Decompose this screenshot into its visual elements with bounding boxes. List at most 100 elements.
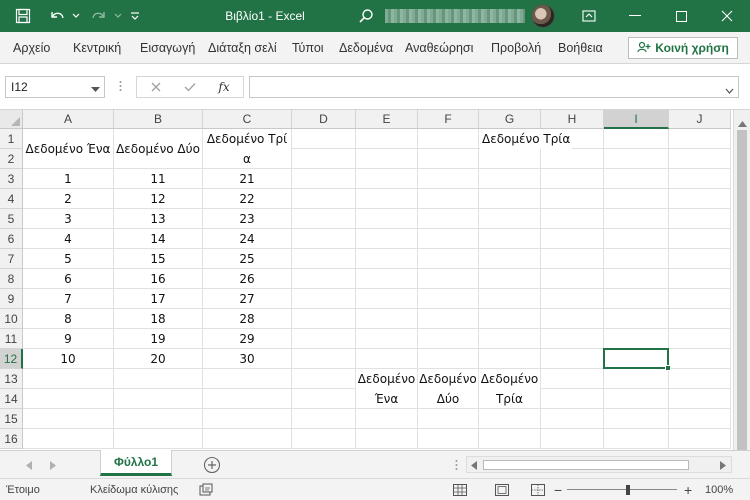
- cell-h15[interactable]: [541, 409, 604, 429]
- cell-i1[interactable]: [604, 129, 669, 149]
- active-cell-selection[interactable]: [603, 348, 671, 371]
- cell-c16[interactable]: [203, 429, 292, 449]
- cell-a11[interactable]: 9: [23, 329, 114, 349]
- expand-formula-bar-icon[interactable]: [725, 83, 734, 97]
- cell-f5[interactable]: [418, 209, 479, 229]
- cell-g4[interactable]: [479, 189, 541, 209]
- cell-c5[interactable]: 23: [203, 209, 292, 229]
- cell-e4[interactable]: [356, 189, 418, 209]
- tab-view[interactable]: Προβολή: [491, 32, 547, 64]
- cell-d5[interactable]: [292, 209, 356, 229]
- cell-a9[interactable]: 7: [23, 289, 114, 309]
- cell-i2[interactable]: [604, 149, 669, 169]
- cell-b8[interactable]: 16: [114, 269, 203, 289]
- name-box[interactable]: [5, 76, 105, 98]
- cell-b10[interactable]: 18: [114, 309, 203, 329]
- cell-a12[interactable]: 10: [23, 349, 114, 369]
- cell-j6[interactable]: [669, 229, 731, 249]
- cell-b7[interactable]: 15: [114, 249, 203, 269]
- zoom-level[interactable]: 100%: [705, 479, 733, 500]
- cell-f10[interactable]: [418, 309, 479, 329]
- cell-a1-header[interactable]: Δεδομένο Ένα: [23, 129, 114, 169]
- column-header-c[interactable]: C: [203, 110, 292, 129]
- cell-e8[interactable]: [356, 269, 418, 289]
- cell-d12[interactable]: [292, 349, 356, 369]
- prev-sheet-icon[interactable]: [22, 457, 36, 473]
- row-header-4[interactable]: 4: [0, 189, 23, 209]
- cell-h7[interactable]: [541, 249, 604, 269]
- cell-f1[interactable]: [418, 129, 479, 149]
- cell-j11[interactable]: [669, 329, 731, 349]
- cell-i13[interactable]: [604, 369, 669, 389]
- cell-b9[interactable]: 17: [114, 289, 203, 309]
- tab-review[interactable]: Αναθεώρησι: [405, 32, 483, 64]
- cell-e3[interactable]: [356, 169, 418, 189]
- row-header-11[interactable]: 11: [0, 329, 23, 349]
- tab-insert[interactable]: Εισαγωγή: [140, 32, 200, 64]
- cell-g9[interactable]: [479, 289, 541, 309]
- cell-f15[interactable]: [418, 409, 479, 429]
- cell-e7[interactable]: [356, 249, 418, 269]
- zoom-out-button[interactable]: −: [554, 479, 562, 500]
- cell-a7[interactable]: 5: [23, 249, 114, 269]
- cell-h4[interactable]: [541, 189, 604, 209]
- enter-check-icon[interactable]: [173, 77, 207, 97]
- cell-j9[interactable]: [669, 289, 731, 309]
- cell-j12[interactable]: [669, 349, 731, 369]
- cell-e5[interactable]: [356, 209, 418, 229]
- horizontal-scroll-thumb[interactable]: [483, 460, 689, 470]
- cell-b6[interactable]: 14: [114, 229, 203, 249]
- maximize-button[interactable]: [658, 0, 704, 32]
- cell-g8[interactable]: [479, 269, 541, 289]
- cell-h2[interactable]: [541, 149, 604, 169]
- cell-d6[interactable]: [292, 229, 356, 249]
- cell-g3[interactable]: [479, 169, 541, 189]
- cell-i15[interactable]: [604, 409, 669, 429]
- horizontal-scrollbar[interactable]: [466, 456, 732, 473]
- cell-e9[interactable]: [356, 289, 418, 309]
- column-header-g[interactable]: G: [479, 110, 541, 129]
- cell-a6[interactable]: 4: [23, 229, 114, 249]
- cell-g10[interactable]: [479, 309, 541, 329]
- cell-c1-header[interactable]: Δεδομένο Τρία: [203, 129, 292, 169]
- row-header-3[interactable]: 3: [0, 169, 23, 189]
- cell-h12[interactable]: [541, 349, 604, 369]
- cell-a15[interactable]: [23, 409, 114, 429]
- cell-e1[interactable]: [356, 129, 418, 149]
- cell-i11[interactable]: [604, 329, 669, 349]
- cell-h5[interactable]: [541, 209, 604, 229]
- customize-toolbar-icon[interactable]: [128, 0, 142, 32]
- cell-c13[interactable]: [203, 369, 292, 389]
- cell-b15[interactable]: [114, 409, 203, 429]
- search-icon[interactable]: [356, 0, 376, 32]
- column-header-d[interactable]: D: [292, 110, 356, 129]
- cell-f8[interactable]: [418, 269, 479, 289]
- cell-d3[interactable]: [292, 169, 356, 189]
- cell-g16[interactable]: [479, 429, 541, 449]
- column-header-i[interactable]: I: [604, 110, 669, 129]
- redo-dropdown-icon[interactable]: [112, 0, 124, 32]
- normal-view-icon[interactable]: [452, 482, 468, 498]
- cell-g13-header[interactable]: Δεδομένο Τρία: [479, 369, 541, 409]
- tab-data[interactable]: Δεδομένα: [339, 32, 399, 64]
- cell-h10[interactable]: [541, 309, 604, 329]
- new-sheet-icon[interactable]: [203, 456, 221, 474]
- cell-j13[interactable]: [669, 369, 731, 389]
- cell-a8[interactable]: 6: [23, 269, 114, 289]
- cell-i9[interactable]: [604, 289, 669, 309]
- cell-a10[interactable]: 8: [23, 309, 114, 329]
- cell-c15[interactable]: [203, 409, 292, 429]
- cell-d9[interactable]: [292, 289, 356, 309]
- cell-a14[interactable]: [23, 389, 114, 409]
- cell-c12[interactable]: 30: [203, 349, 292, 369]
- row-header-7[interactable]: 7: [0, 249, 23, 269]
- cell-b14[interactable]: [114, 389, 203, 409]
- row-header-1[interactable]: 1: [0, 129, 23, 149]
- scroll-right-icon[interactable]: [717, 459, 729, 471]
- cell-f2[interactable]: [418, 149, 479, 169]
- cell-i3[interactable]: [604, 169, 669, 189]
- name-box-dropdown-icon[interactable]: [91, 82, 100, 96]
- row-header-14[interactable]: 14: [0, 389, 23, 409]
- cell-b5[interactable]: 13: [114, 209, 203, 229]
- cell-d4[interactable]: [292, 189, 356, 209]
